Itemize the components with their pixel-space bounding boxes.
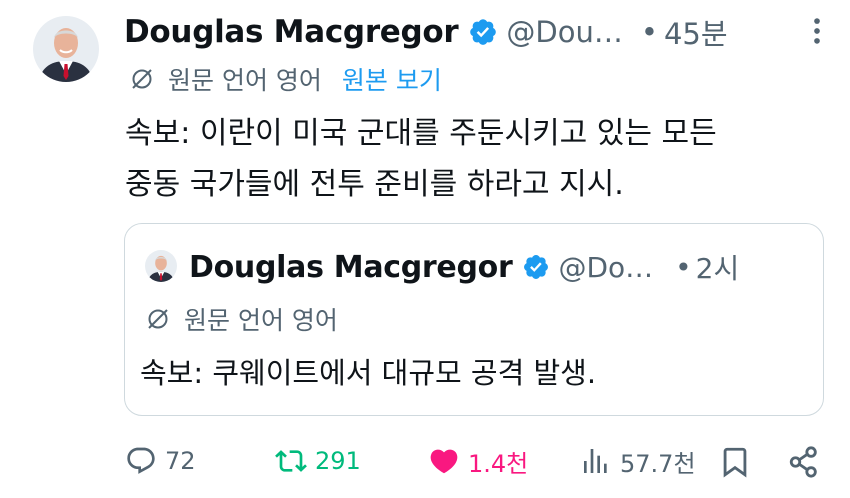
quoted-translation-note: 원문 언어 영어 [184,306,338,335]
translation-row: 원문 언어 영어 원본 보기 [130,60,442,98]
share-icon[interactable] [787,445,821,479]
separator-dot: • [640,15,658,49]
show-original-link[interactable]: 원본 보기 [342,61,442,97]
quoted-verified-badge-icon [524,255,549,279]
like-count: 1.4천 [468,449,529,478]
quoted-header: Douglas Macgregor @Do… • 2시 [189,247,739,287]
heart-icon [430,449,458,474]
quoted-translation-row: 원문 언어 영어 [146,300,338,338]
views-button[interactable]: 57.7천 [580,436,696,486]
globe-off-icon [132,69,152,89]
tweet-card[interactable]: Douglas Macgregor @Dou… • 45분 원문 언어 영어 원… [0,0,850,498]
translation-note: 원문 언어 영어 [168,66,322,95]
retweet-icon [275,450,307,472]
quoted-avatar-portrait [145,250,177,282]
quoted-timestamp[interactable]: 2시 [696,247,740,287]
retweet-button[interactable]: 291 [275,436,361,486]
like-button[interactable]: 1.4천 [428,436,528,486]
tweet-header: Douglas Macgregor @Dou… • 45분 [124,10,728,54]
bookmark-icon[interactable] [718,445,752,479]
avatar-portrait [33,16,99,82]
quoted-globe-off-icon [148,309,168,329]
quoted-avatar[interactable] [145,250,177,282]
reply-icon [127,447,155,474]
views-bar-icon [584,449,607,473]
avatar[interactable] [33,16,99,82]
quoted-separator-dot: • [675,250,692,284]
reply-button[interactable]: 72 [125,436,196,486]
tweet-text: 속보: 이란이 미국 군대를 주둔시키고 있는 모든 중동 국가들에 전투 준비… [125,116,717,202]
view-count: 57.7천 [620,449,696,478]
timestamp[interactable]: 45분 [664,11,728,53]
quoted-author-handle[interactable]: @Do… [558,251,653,284]
verified-badge-icon [470,19,497,45]
quoted-author-name[interactable]: Douglas Macgregor [189,250,513,285]
action-bar: 72 291 1.4천 57.7천 [0,436,850,486]
reply-count: 72 [165,447,196,475]
more-dots-icon[interactable] [800,14,834,48]
retweet-count: 291 [315,447,361,475]
quoted-tweet-text: 속보: 쿠웨이트에서 대규모 공격 발생. [140,356,597,390]
author-name[interactable]: Douglas Macgregor [124,14,459,50]
author-handle[interactable]: @Dou… [506,15,622,49]
